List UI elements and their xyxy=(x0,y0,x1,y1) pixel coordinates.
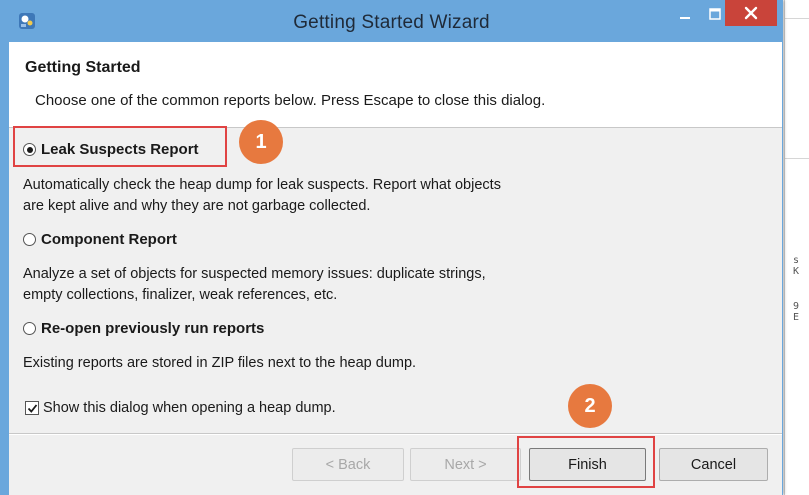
component-report-option[interactable]: Component Report xyxy=(23,231,177,248)
show-dialog-option[interactable]: Show this dialog when opening a heap dum… xyxy=(25,400,336,416)
reopen-reports-label: Re-open previously run reports xyxy=(41,320,265,337)
reopen-reports-option[interactable]: Re-open previously run reports xyxy=(23,320,264,337)
close-icon xyxy=(744,6,758,20)
close-button[interactable] xyxy=(725,0,777,26)
header-banner: Getting Started Choose one of the common… xyxy=(9,42,782,128)
reopen-reports-description: Existing reports are stored in ZIP files… xyxy=(23,353,623,374)
background-application: s K 9 E xyxy=(784,0,809,495)
component-report-radio[interactable] xyxy=(23,233,36,246)
show-dialog-label: Show this dialog when opening a heap dum… xyxy=(43,400,336,416)
back-button[interactable]: < Back xyxy=(292,448,404,481)
leak-suspects-description-line2: are kept alive and why they are not garb… xyxy=(23,198,371,214)
leak-suspects-description: Automatically check the heap dump for le… xyxy=(23,175,623,217)
component-report-description-line2: empty collections, finalizer, weak refer… xyxy=(23,287,338,303)
step-2-highlight xyxy=(517,436,655,488)
step-1-highlight xyxy=(13,126,227,167)
cancel-button[interactable]: Cancel xyxy=(659,448,768,481)
component-report-description: Analyze a set of objects for suspected m… xyxy=(23,264,623,306)
show-dialog-checkbox[interactable] xyxy=(25,401,39,415)
reopen-reports-description-line1: Existing reports are stored in ZIP files… xyxy=(23,355,417,371)
title-bar[interactable]: Getting Started Wizard xyxy=(0,0,783,42)
component-report-label: Component Report xyxy=(41,231,177,248)
page-description: Choose one of the common reports below. … xyxy=(35,92,546,109)
next-button[interactable]: Next > xyxy=(410,448,521,481)
window-title: Getting Started Wizard xyxy=(293,12,490,33)
step-2-badge: 2 xyxy=(568,384,612,428)
step-1-badge: 1 xyxy=(239,120,283,164)
page-title: Getting Started xyxy=(25,59,141,76)
leak-suspects-description-line1: Automatically check the heap dump for le… xyxy=(23,177,501,193)
button-bar-divider xyxy=(9,433,782,434)
checkmark-icon xyxy=(27,403,37,413)
wizard-window: Getting Started Wizard Getting Started C… xyxy=(0,0,783,495)
component-report-description-line1: Analyze a set of objects for suspected m… xyxy=(23,266,486,282)
minimize-icon xyxy=(680,17,690,19)
dialog-content: Getting Started Choose one of the common… xyxy=(9,42,782,495)
reopen-reports-radio[interactable] xyxy=(23,322,36,335)
maximize-icon xyxy=(709,8,721,20)
minimize-button[interactable] xyxy=(670,2,700,26)
